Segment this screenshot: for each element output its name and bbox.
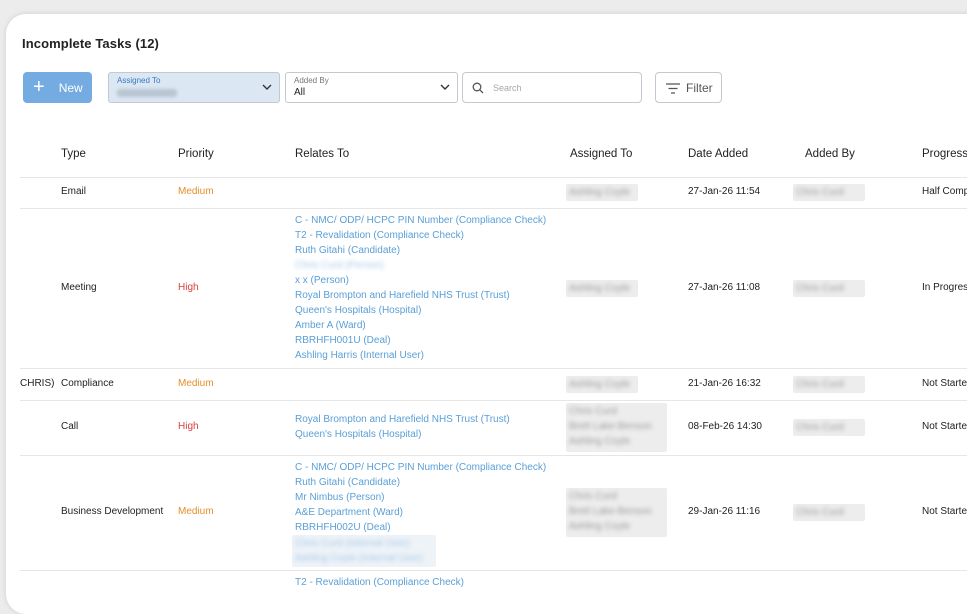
added-by-label: Added By [294, 76, 329, 85]
cell-assigned-to: Chris Curd Brett Lake-Benson Ashling Coy… [566, 488, 667, 537]
filter-label: Filter [686, 81, 713, 95]
cell-relates-to: C - NMC/ ODP/ HCPC PIN Number (Complianc… [295, 213, 546, 363]
divider [20, 368, 967, 369]
relates-link[interactable]: Amber A (Ward) [295, 318, 546, 333]
cell-added-by: Chris Curd [793, 504, 865, 521]
assigned-to-select[interactable]: Assigned To [108, 72, 280, 103]
cell-relates-to: C - NMC/ ODP/ HCPC PIN Number (Complianc… [295, 460, 546, 535]
cell-progress: Not Starte [922, 378, 967, 389]
relates-link[interactable]: Royal Brompton and Harefield NHS Trust (… [295, 288, 546, 303]
relates-link[interactable]: Ashling Harris (Internal User) [295, 348, 546, 363]
column-header-relates-to[interactable]: Relates To [295, 148, 349, 160]
cell-prefix: CHRIS) [20, 378, 55, 389]
cell-progress: Half Comp [922, 186, 967, 197]
cell-assigned-to: Ashling Coyle [566, 184, 638, 201]
relates-link[interactable]: Ruth Gitahi (Candidate) [295, 475, 546, 490]
relates-link[interactable]: Queen's Hospitals (Hospital) [295, 427, 510, 442]
column-header-type[interactable]: Type [61, 148, 86, 160]
cell-progress: Not Starte [922, 421, 967, 432]
cell-type: Compliance [61, 378, 114, 389]
search-icon [472, 82, 484, 94]
divider [20, 177, 967, 178]
cell-assigned-to: Chris Curd Brett Lake-Benson Ashling Coy… [566, 403, 667, 452]
cell-date-added: 08-Feb-26 14:30 [688, 421, 762, 432]
chevron-down-icon [440, 84, 450, 90]
added-by-value: All [294, 87, 306, 98]
cell-priority: High [178, 282, 199, 293]
cell-priority: Medium [178, 506, 214, 517]
cell-progress: In Progres [922, 282, 967, 293]
relates-link[interactable]: Royal Brompton and Harefield NHS Trust (… [295, 412, 510, 427]
cell-relates-to: T2 - Revalidation (Compliance Check) [295, 575, 464, 590]
divider [20, 400, 967, 401]
cell-priority: Medium [178, 378, 214, 389]
cell-date-added: 21-Jan-26 16:32 [688, 378, 761, 389]
divider [20, 570, 967, 571]
new-task-button[interactable]: + New [23, 72, 92, 103]
plus-icon: + [33, 75, 45, 98]
cell-added-by: Chris Curd [793, 280, 865, 297]
search-input[interactable]: Search [462, 72, 642, 103]
cell-added-by: Chris Curd [793, 419, 865, 436]
filter-button[interactable]: Filter [655, 72, 722, 103]
cell-relates-internal-users: Chris Curd (Internal User) Ashling Coyle… [292, 535, 436, 567]
column-header-added-by[interactable]: Added By [805, 148, 855, 160]
cell-relates-to: Royal Brompton and Harefield NHS Trust (… [295, 412, 510, 442]
cell-type: Call [61, 421, 79, 432]
cell-date-added: 27-Jan-26 11:54 [688, 186, 761, 197]
cell-priority: High [178, 421, 199, 432]
column-header-assigned-to[interactable]: Assigned To [570, 148, 632, 160]
cell-priority: Medium [178, 186, 214, 197]
cell-added-by: Chris Curd [793, 376, 865, 393]
cell-date-added: 29-Jan-26 11:16 [688, 506, 761, 517]
relates-link[interactable]: A&E Department (Ward) [295, 505, 546, 520]
relates-link[interactable]: C - NMC/ ODP/ HCPC PIN Number (Complianc… [295, 213, 546, 228]
relates-link[interactable]: T2 - Revalidation (Compliance Check) [295, 228, 546, 243]
cell-assigned-to: Ashling Coyle [566, 280, 638, 297]
relates-link[interactable]: RBRHFH001U (Deal) [295, 333, 546, 348]
cell-date-added: 27-Jan-26 11:08 [688, 282, 761, 293]
page-title: Incomplete Tasks (12) [22, 36, 159, 51]
new-button-label: New [58, 80, 83, 95]
filter-icon [666, 83, 680, 94]
cell-type: Email [61, 186, 87, 197]
added-by-select[interactable]: Added By All [285, 72, 458, 103]
cell-type: Meeting [61, 282, 97, 293]
search-placeholder: Search [493, 83, 522, 93]
assigned-to-value [117, 89, 177, 97]
relates-link[interactable]: T2 - Revalidation (Compliance Check) [295, 575, 464, 590]
column-header-priority[interactable]: Priority [178, 148, 214, 160]
assigned-to-label: Assigned To [117, 76, 161, 85]
cell-assigned-to: Ashling Coyle [566, 376, 638, 393]
cell-progress: Not Starte [922, 506, 967, 517]
relates-link[interactable]: Queen's Hospitals (Hospital) [295, 303, 546, 318]
column-header-date-added[interactable]: Date Added [688, 148, 748, 160]
relates-link[interactable]: C - NMC/ ODP/ HCPC PIN Number (Complianc… [295, 460, 546, 475]
column-header-progress[interactable]: Progress [922, 148, 967, 160]
cell-added-by: Chris Curd [793, 184, 865, 201]
relates-link[interactable]: Mr Nimbus (Person) [295, 490, 546, 505]
relates-link[interactable]: Ruth Gitahi (Candidate) [295, 243, 546, 258]
divider [20, 455, 967, 456]
divider [20, 208, 967, 209]
relates-link[interactable]: RBRHFH002U (Deal) [295, 520, 546, 535]
relates-link[interactable]: x x (Person) [295, 273, 546, 288]
relates-link[interactable]: Chris Curd (Person) [295, 258, 546, 273]
cell-type: Business Development [61, 506, 164, 517]
chevron-down-icon [262, 84, 272, 90]
tasks-panel: Incomplete Tasks (12) + New Assigned To … [6, 14, 967, 614]
